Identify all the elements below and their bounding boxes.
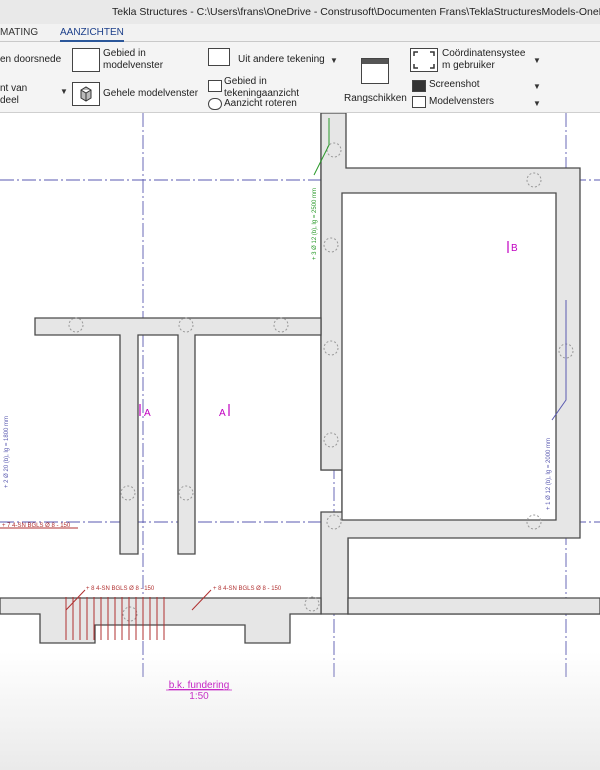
drawing-canvas[interactable]: A A B + 3 Ø 12 (b), lg = 2500 mm + 2 Ø 2… — [0, 113, 600, 770]
rangschikken-button[interactable]: Rangschikken — [344, 93, 407, 105]
camera-icon[interactable] — [412, 80, 426, 92]
aanzicht-van-deel-label-2[interactable]: deel — [0, 95, 19, 107]
coordinate-system-icon[interactable] — [410, 48, 438, 72]
tab-aanzichten[interactable]: AANZICHTEN — [60, 26, 124, 42]
window-title: Tekla Structures - C:\Users\frans\OneDri… — [112, 6, 600, 18]
gebied-in-modelvenster-button[interactable]: Gebied in modelvenster — [103, 48, 163, 72]
screenshot-button[interactable]: Screenshot — [429, 79, 480, 91]
rebar-label-3d12[interactable]: + 3 Ø 12 (b), lg = 2500 mm — [312, 188, 318, 260]
rebar-label-1d12[interactable]: + 1 Ø 12 (b), lg = 2000 mm — [546, 438, 552, 510]
arrange-icon-bar — [362, 59, 388, 64]
doorsnede-button[interactable]: en doorsnede — [0, 54, 61, 66]
corners-icon-glyph — [413, 51, 435, 69]
cube-icon-glyph — [80, 86, 92, 102]
chevron-down-icon[interactable]: ▼ — [330, 56, 338, 65]
cube-icon[interactable] — [72, 82, 100, 106]
section-label-a-right[interactable]: A — [219, 408, 226, 419]
rotate-view-icon[interactable] — [208, 98, 222, 110]
chevron-down-icon[interactable]: ▼ — [533, 56, 541, 65]
window-title-bar: Tekla Structures - C:\Users\frans\OneDri… — [0, 0, 600, 24]
rebar-label-stirrups-8a[interactable]: + 8 4-SN BGLS Ø 8 - 150 — [86, 586, 155, 592]
section-label-a-left[interactable]: A — [144, 408, 151, 419]
aanzicht-van-deel-label-1[interactable]: nt van — [0, 83, 27, 95]
ribbon-tabs: MATING AANZICHTEN — [0, 24, 600, 42]
rebar-label-2d20[interactable]: + 2 Ø 20 (b), lg = 1800 mm — [4, 416, 10, 488]
rebar-label-stirrups-8b[interactable]: + 8 4-SN BGLS Ø 8 - 150 — [213, 586, 282, 592]
rebar-label-stirrups-7[interactable]: + 7 4-SN BGLS Ø 8 - 150 — [2, 523, 71, 529]
beam-frame-inner — [341, 192, 557, 521]
view-title[interactable]: b.k. fundering — [169, 680, 230, 691]
modelvensters-button[interactable]: Modelvensters — [429, 96, 494, 108]
area-in-model-view-icon[interactable] — [72, 48, 100, 72]
ribbon-panel: en doorsnede nt van deel ▼ Gebied in mod… — [0, 42, 600, 113]
section-label-b[interactable]: B — [511, 243, 518, 254]
gehele-modelvenster-button[interactable]: Gehele modelvenster — [103, 88, 198, 100]
foundation-beams — [0, 113, 600, 644]
chevron-down-icon[interactable]: ▼ — [60, 87, 68, 96]
chevron-down-icon[interactable]: ▼ — [533, 99, 541, 108]
view-scale: 1:50 — [189, 691, 209, 702]
area-in-drawing-view-icon[interactable] — [208, 80, 222, 92]
strip-footing-bottom — [0, 597, 322, 644]
view-title-block: b.k. fundering 1:50 — [166, 680, 232, 702]
other-drawing-icon[interactable] — [208, 48, 230, 66]
model-views-icon[interactable] — [412, 96, 426, 108]
gebied-in-tekeningaanzicht-button[interactable]: Gebied in tekeningaanzicht — [224, 76, 299, 98]
chevron-down-icon[interactable]: ▼ — [533, 82, 541, 91]
coordinatensysteem-button[interactable]: Coördinatensystee m gebruiker — [442, 48, 525, 72]
tab-mating[interactable]: MATING — [0, 26, 38, 40]
strip-footing-right — [347, 597, 600, 615]
aanzicht-roteren-button[interactable]: Aanzicht roteren — [224, 98, 297, 110]
uit-andere-tekening-button[interactable]: Uit andere tekening — [238, 54, 325, 66]
beam-horizontal-left — [34, 317, 322, 555]
arrange-icon[interactable] — [361, 58, 389, 84]
